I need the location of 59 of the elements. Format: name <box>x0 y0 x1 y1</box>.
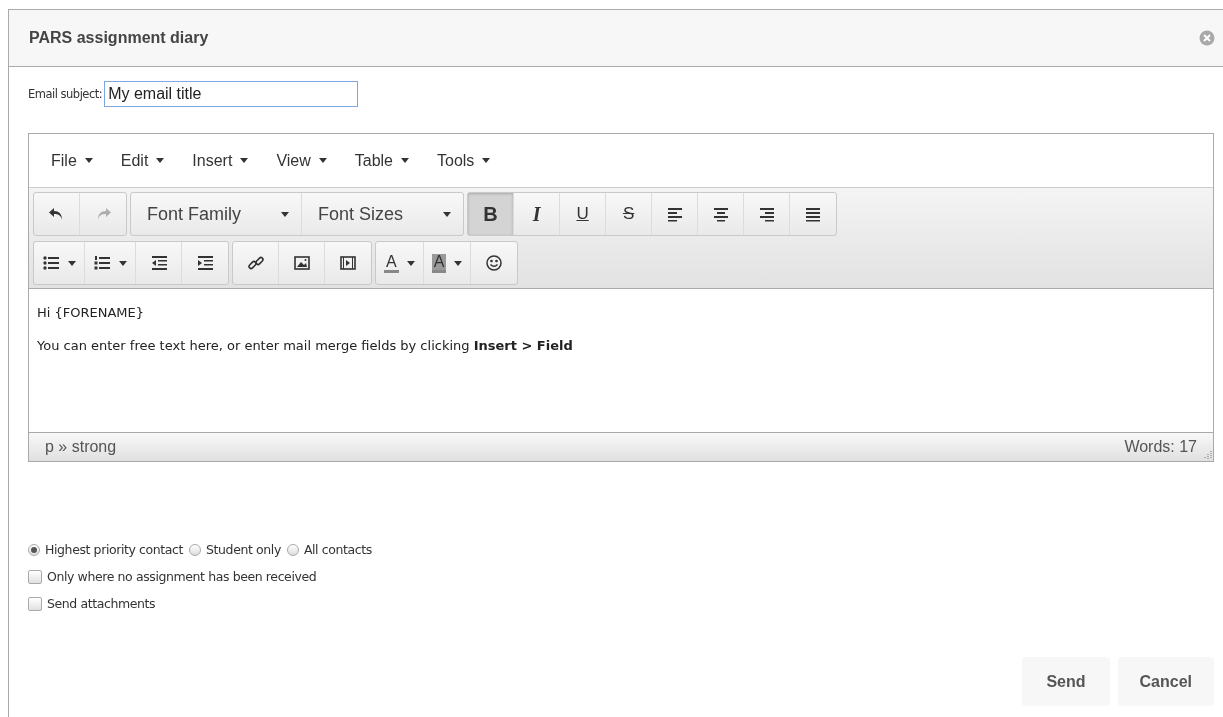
dialog-title: PARS assignment diary <box>29 29 209 47</box>
caret-icon <box>119 260 127 266</box>
radio-label: Student only <box>206 542 281 557</box>
outdent-icon <box>149 255 168 271</box>
paragraph: You can enter free text here, or enter mail merge fields by clicking Insert > Field <box>37 338 574 353</box>
subject-label: Email subject: <box>28 87 103 101</box>
caret-icon <box>482 158 491 163</box>
element-path: p » strong <box>45 438 117 456</box>
align-left-icon <box>665 206 684 222</box>
menu-item[interactable]: Insert <box>182 147 259 174</box>
dialog-button[interactable]: Cancel <box>1117 657 1214 706</box>
numbered-list-icon <box>93 255 111 271</box>
strikethrough-button[interactable]: S <box>606 193 653 235</box>
select-dropdown[interactable]: Font Family <box>131 193 303 235</box>
justify-icon <box>804 206 823 222</box>
menu-item[interactable]: Table <box>344 147 419 174</box>
paragraph: Hi {FORENAME} <box>37 305 146 320</box>
dialog-button[interactable]: Send <box>1022 657 1110 706</box>
color-button[interactable]: A <box>376 242 424 284</box>
menu-item[interactable]: File <box>41 147 103 174</box>
bold-button[interactable]: B <box>468 193 515 235</box>
image-icon <box>292 255 311 271</box>
caret-icon <box>454 260 463 266</box>
checkbox[interactable] <box>28 569 42 584</box>
editor-content[interactable]: Hi {FORENAME} You can enter free text here, or enter mail merge fields by clicking Insert > Field <box>29 289 1213 432</box>
menu-item[interactable]: View <box>266 147 337 174</box>
align-center-icon <box>711 206 730 222</box>
checkbox-label: Send attachments <box>47 596 156 611</box>
italic-button[interactable]: I <box>514 193 561 235</box>
resize-handle-icon[interactable] <box>1202 450 1212 460</box>
radio-button[interactable] <box>286 543 299 556</box>
word-count: Words: 17 <box>1124 438 1197 456</box>
indent-icon <box>196 255 214 271</box>
checkbox[interactable] <box>28 596 42 611</box>
caret-icon <box>156 158 165 163</box>
caret-icon <box>443 211 452 217</box>
caret-icon <box>68 260 76 266</box>
radio-button[interactable] <box>189 543 202 556</box>
underline-button[interactable]: U <box>560 193 607 235</box>
caret-icon <box>240 158 249 163</box>
align-right-icon <box>757 206 776 222</box>
checkbox-label: Only where no assignment has been received <box>47 569 317 584</box>
select-dropdown[interactable]: Font Sizes <box>302 193 464 235</box>
caret-icon <box>84 158 93 163</box>
caret-icon <box>406 260 415 266</box>
menu-item[interactable]: Tools <box>427 147 501 174</box>
color-button[interactable]: A <box>423 242 472 284</box>
menu-item[interactable]: Edit <box>110 147 175 174</box>
radio-label: Highest priority contact <box>45 542 184 557</box>
caret-icon <box>401 158 409 163</box>
radio-button[interactable] <box>28 543 40 556</box>
emoji-icon <box>485 255 504 271</box>
radio-label: All contacts <box>303 542 372 557</box>
link-icon <box>246 255 265 271</box>
caret-icon <box>318 158 327 163</box>
caret-icon <box>281 211 290 217</box>
video-icon <box>339 255 357 271</box>
subject-field[interactable]: My email title <box>104 81 359 107</box>
bullet-list-icon <box>42 255 60 271</box>
